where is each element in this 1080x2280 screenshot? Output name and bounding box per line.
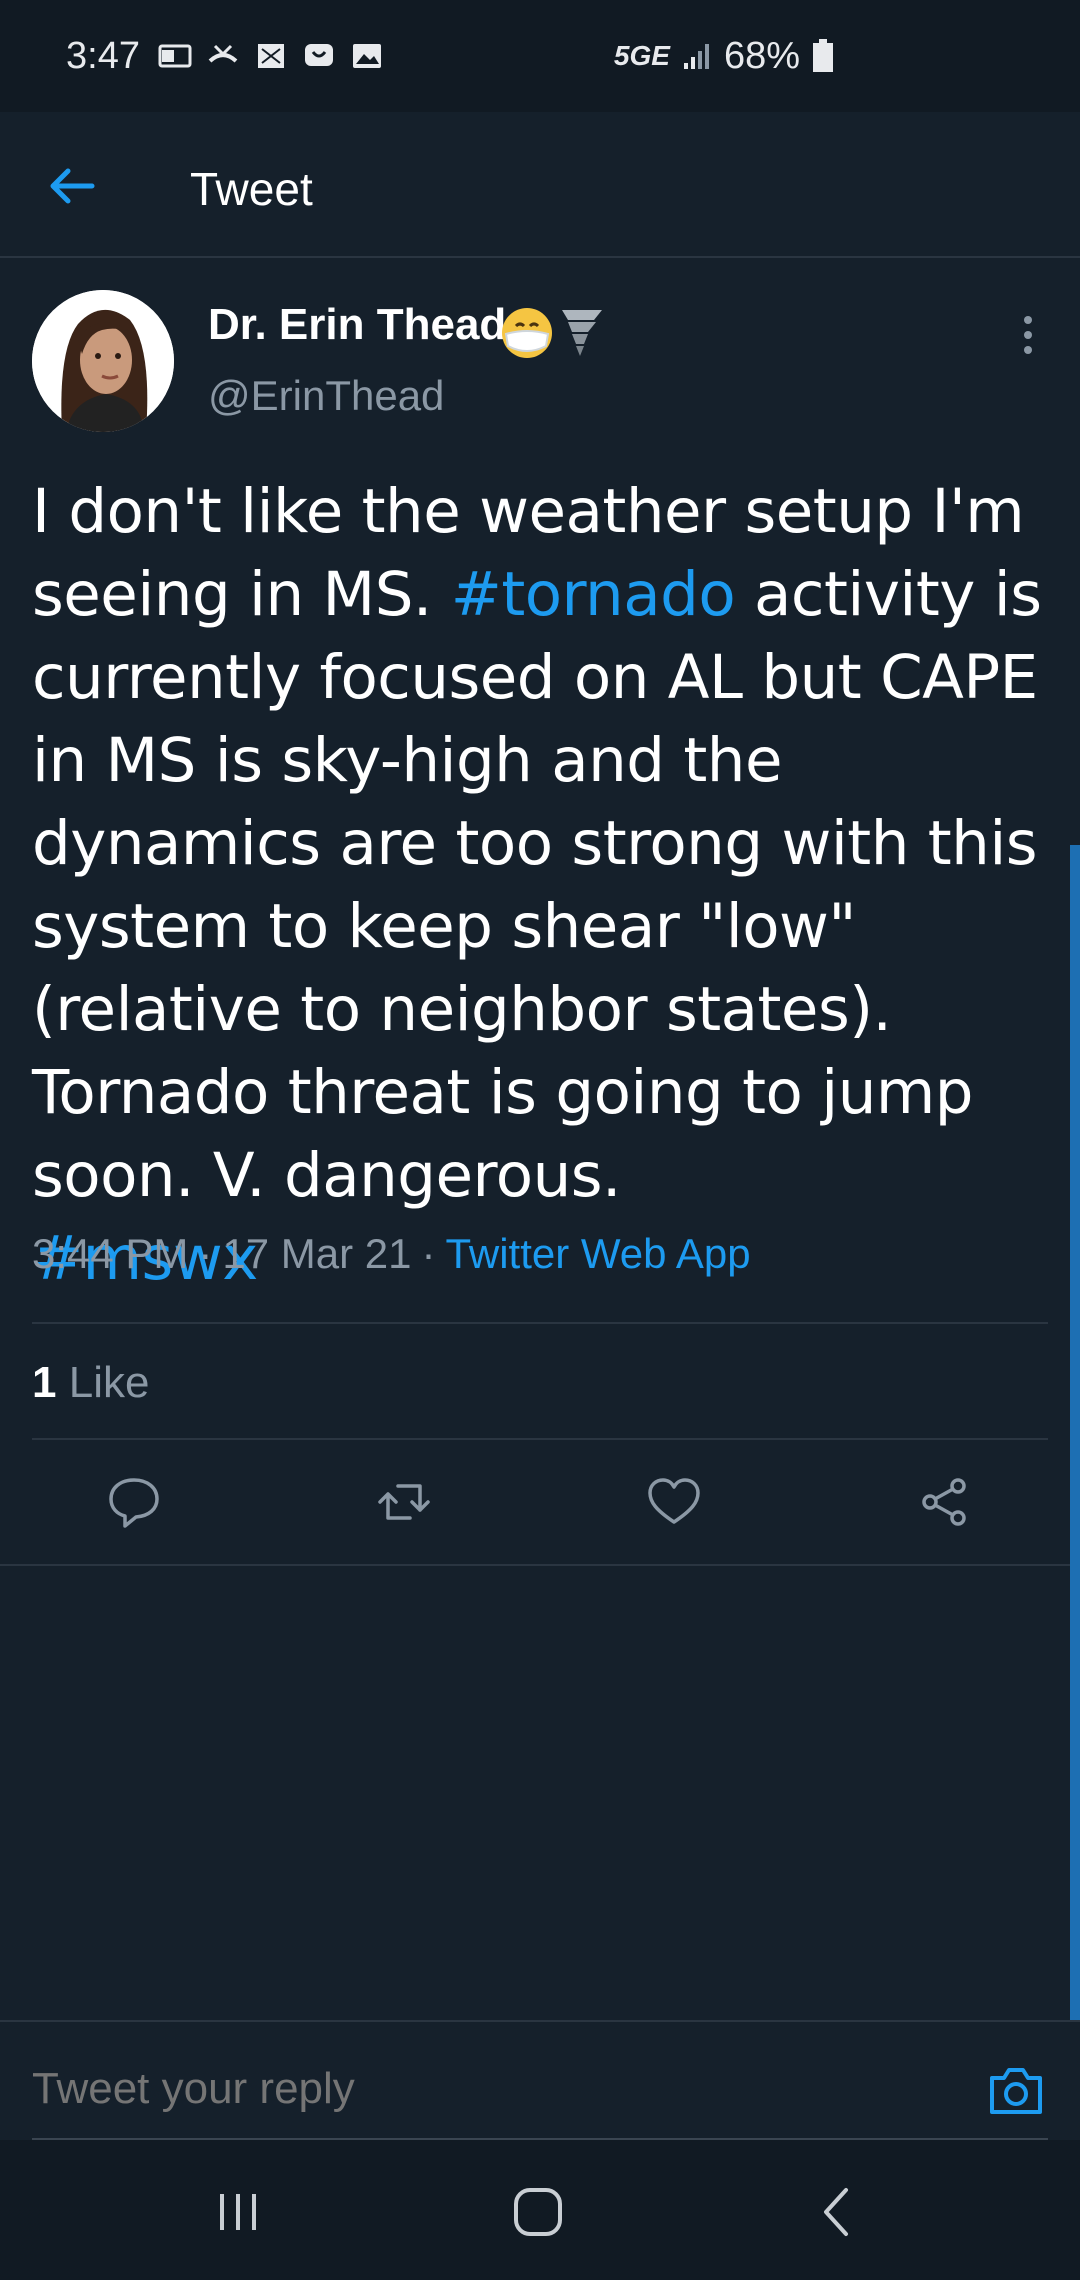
divider [0,1564,1080,1566]
hashtag-link[interactable]: #tornado [451,559,736,630]
tweet-text: I don't like the weather setup I'm seein… [32,470,1062,1300]
avatar-image [32,290,174,432]
scrollbar[interactable] [1070,845,1080,2020]
signal-icon [683,44,709,69]
retweet-icon[interactable] [376,1474,432,1530]
reply-bar [0,2020,1080,2140]
page-title: Tweet [190,163,313,215]
tweet-date: 17 Mar 21 [222,1230,412,1277]
likes-count[interactable]: 1 Like [32,1358,149,1408]
app-header: Tweet [0,112,1080,258]
camera-icon[interactable] [986,2062,1046,2118]
share-icon[interactable] [916,1474,972,1530]
tweet-detail-screen: 3:47 5GE 68% Tweet Dr. Erin Thead @ErinT… [0,0,1080,2280]
app-notification-icon [257,44,284,68]
display-name[interactable]: Dr. Erin Thead [208,300,506,350]
more-options-icon[interactable] [1010,310,1046,360]
outlook-icon [158,44,192,68]
home-icon[interactable] [508,2184,568,2240]
tweet-source-link[interactable]: Twitter Web App [446,1230,751,1278]
system-nav-bar [0,2140,1080,2280]
missed-call-icon [208,44,238,63]
reply-input[interactable] [32,2064,932,2114]
back-arrow-icon[interactable] [44,158,100,214]
status-time: 3:47 [66,34,140,77]
meta-separator: · [421,1230,436,1277]
status-bar: 3:47 5GE 68% [0,0,1080,112]
tweet-time: 3:44 PM [32,1230,189,1277]
tweet-text-part: activity is currently focused on AL but … [32,559,1061,1211]
tweet-actions [0,1440,1080,1564]
battery-icon [813,39,833,72]
tweet-meta: 3:44 PM · 17 Mar 21 · Twitter Web App [32,1230,751,1278]
like-count-number: 1 [32,1358,57,1407]
reply-icon[interactable] [106,1474,162,1530]
battery-percent: 68% [723,34,800,77]
message-icon [304,44,333,66]
recent-apps-icon[interactable] [208,2184,268,2240]
face-with-mask-emoji-icon [502,308,552,358]
gallery-icon [352,44,381,68]
system-status: 5GE 68% [614,35,834,78]
like-heart-icon[interactable] [646,1474,702,1530]
user-handle[interactable]: @ErinThead [208,372,444,420]
divider [32,1322,1048,1324]
tornado-emoji-icon [562,310,602,356]
avatar[interactable] [32,290,174,432]
like-count-label: Like [68,1358,150,1407]
network-type: 5GE [613,40,670,71]
notification-icons [158,41,384,71]
meta-separator: · [198,1230,213,1277]
nav-back-icon[interactable] [808,2184,868,2240]
